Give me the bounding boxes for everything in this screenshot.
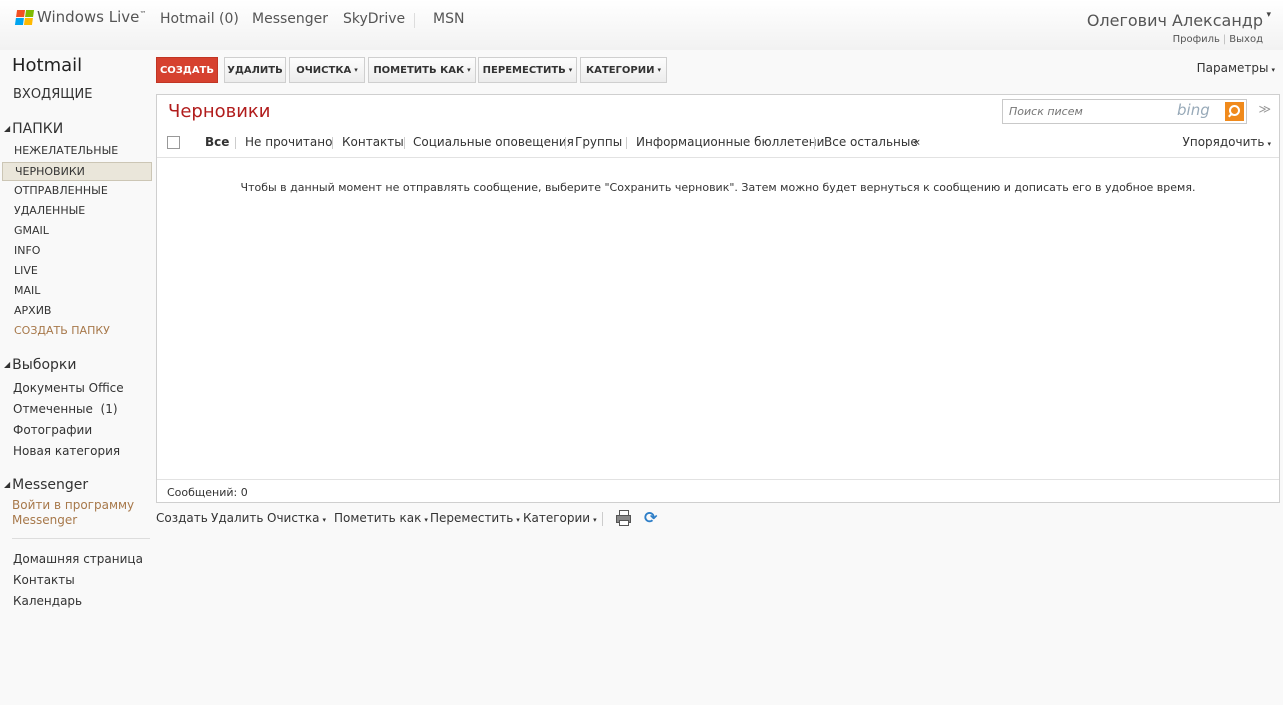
sidebar-item-drafts[interactable]: ЧЕРНОВИКИ [2, 162, 152, 181]
search-button[interactable] [1225, 102, 1244, 121]
sidebar-item-inbox[interactable]: ВХОДЯЩИЕ [13, 87, 92, 102]
dropdown-arrow-icon: ▾ [354, 66, 358, 74]
view-office-docs[interactable]: Документы Office [13, 381, 124, 395]
view-flagged[interactable]: Отмеченные (1) [13, 402, 118, 416]
bottom-sweep-menu[interactable]: Очистка ▾ [267, 511, 326, 525]
filter-social[interactable]: Социальные оповещения [413, 135, 574, 149]
mark-as-button[interactable]: ПОМЕТИТЬ КАК ▾ [368, 57, 476, 83]
dropdown-arrow-icon: ▾ [467, 66, 471, 74]
toolbar-divider [602, 512, 603, 526]
calendar-link[interactable]: Календарь [13, 594, 82, 608]
home-page-link[interactable]: Домашняя страница [13, 552, 143, 566]
contacts-link[interactable]: Контакты [13, 573, 75, 587]
filter-groups[interactable]: Группы [575, 135, 622, 149]
sidebar-item-archive[interactable]: АРХИВ [14, 304, 51, 317]
filter-newsletters[interactable]: Информационные бюллетени [636, 135, 824, 149]
sweep-button[interactable]: ОЧИСТКА ▾ [289, 57, 365, 83]
empty-folder-message: Чтобы в данный момент не отправлять сооб… [240, 181, 1196, 194]
messenger-header[interactable]: ◢ Messenger [4, 477, 88, 493]
sidebar-item-live[interactable]: LIVE [14, 264, 38, 277]
sort-menu[interactable]: Упорядочить ▾ [1183, 135, 1271, 149]
windows-live-brand[interactable]: Windows Live™ [14, 8, 147, 26]
messenger-signin-line2: Messenger [12, 513, 78, 527]
nav-divider [414, 13, 415, 28]
select-all-checkbox[interactable] [167, 136, 180, 149]
collapse-filters-icon[interactable]: « [913, 135, 920, 149]
sidebar-item-deleted[interactable]: УДАЛЕННЫЕ [14, 204, 85, 217]
nav-messenger[interactable]: Messenger [252, 11, 328, 27]
delete-button[interactable]: УДАЛИТЬ [224, 57, 286, 83]
search-input[interactable] [1009, 103, 1169, 120]
bottom-mark-as-menu[interactable]: Пометить как ▾ [334, 511, 428, 525]
top-bar: Windows Live™ Hotmail (0) Messenger SkyD… [0, 0, 1283, 50]
dropdown-arrow-icon: ▾ [657, 66, 662, 74]
bottom-delete-link[interactable]: Удалить [211, 511, 264, 525]
link-separator: | [1222, 34, 1227, 45]
nav-skydrive[interactable]: SkyDrive [343, 11, 405, 27]
folder-title: Черновики [168, 101, 271, 122]
move-button[interactable]: ПЕРЕМЕСТИТЬ ▾ [478, 57, 577, 83]
brand-name: Windows Live™ [37, 8, 147, 26]
profile-link[interactable]: Профиль [1173, 34, 1220, 45]
new-category-link[interactable]: Новая категория [13, 444, 120, 458]
filter-all[interactable]: Все [205, 135, 229, 149]
dropdown-arrow-icon: ▾ [516, 516, 520, 524]
collapse-triangle-icon: ◢ [4, 480, 11, 489]
sidebar-item-junk[interactable]: НЕЖЕЛАТЕЛЬНЫЕ [14, 144, 118, 157]
folders-header[interactable]: ◢ ПАПКИ [4, 121, 63, 137]
sidebar-divider [12, 538, 150, 539]
footer-divider [157, 479, 1279, 480]
messenger-signin-link[interactable]: Войти в программу Messenger [12, 498, 134, 528]
dropdown-arrow-icon: ▾ [568, 66, 573, 74]
message-count: Сообщений: 0 [167, 486, 248, 499]
printer-icon[interactable] [615, 510, 631, 526]
sidebar-item-mail[interactable]: MAIL [14, 284, 40, 297]
filter-bar: Все Не прочитано Контакты Социальные опо… [157, 131, 1279, 157]
user-name[interactable]: Олегович Александр [1087, 11, 1263, 30]
user-menu-caret-icon[interactable]: ▾ [1266, 10, 1271, 20]
user-links: Профиль | Выход [1173, 34, 1263, 45]
nav-msn[interactable]: MSN [433, 11, 464, 27]
refresh-icon[interactable]: ⟳ [644, 508, 657, 527]
dropdown-arrow-icon: ▾ [424, 516, 428, 524]
dropdown-arrow-icon: ▾ [322, 516, 327, 524]
logout-link[interactable]: Выход [1229, 34, 1263, 45]
bottom-create-link[interactable]: Создать [156, 511, 208, 525]
bing-logo-icon: bing [1177, 101, 1210, 119]
message-list-panel: Черновики bing ≫ Все Не прочитано Контак… [156, 94, 1280, 503]
options-menu[interactable]: Параметры ▾ [1197, 61, 1275, 75]
messenger-signin-line1: Войти в программу [12, 498, 135, 512]
dropdown-arrow-icon: ▾ [1267, 140, 1271, 148]
bottom-move-menu[interactable]: Переместить ▾ [430, 511, 520, 525]
windows-logo-icon [14, 9, 35, 25]
sidebar-title[interactable]: Hotmail [12, 55, 82, 76]
sidebar-item-info[interactable]: INFO [14, 244, 40, 257]
sidebar-item-gmail[interactable]: GMAIL [14, 224, 49, 237]
sidebar-item-sent[interactable]: ОТПРАВЛЕННЫЕ [14, 184, 108, 197]
filter-everything-else[interactable]: Все остальные [824, 135, 918, 149]
dropdown-arrow-icon: ▾ [1271, 66, 1275, 74]
create-button[interactable]: СОЗДАТЬ [156, 57, 218, 83]
view-photos[interactable]: Фотографии [13, 423, 92, 437]
collapse-triangle-icon: ◢ [4, 360, 11, 369]
bottom-categories-menu[interactable]: Категории ▾ [523, 511, 597, 525]
search-box: bing [1002, 99, 1247, 124]
views-header[interactable]: ◢ Выборки [4, 357, 76, 373]
filter-unread[interactable]: Не прочитано [245, 135, 332, 149]
expand-search-icon[interactable]: ≫ [1258, 102, 1271, 116]
create-folder-link[interactable]: СОЗДАТЬ ПАПКУ [14, 324, 110, 337]
header-divider [157, 157, 1279, 158]
nav-hotmail[interactable]: Hotmail (0) [160, 11, 239, 27]
filter-contacts[interactable]: Контакты [342, 135, 404, 149]
collapse-triangle-icon: ◢ [4, 124, 11, 133]
categories-button[interactable]: КАТЕГОРИИ ▾ [580, 57, 667, 83]
dropdown-arrow-icon: ▾ [593, 516, 597, 524]
